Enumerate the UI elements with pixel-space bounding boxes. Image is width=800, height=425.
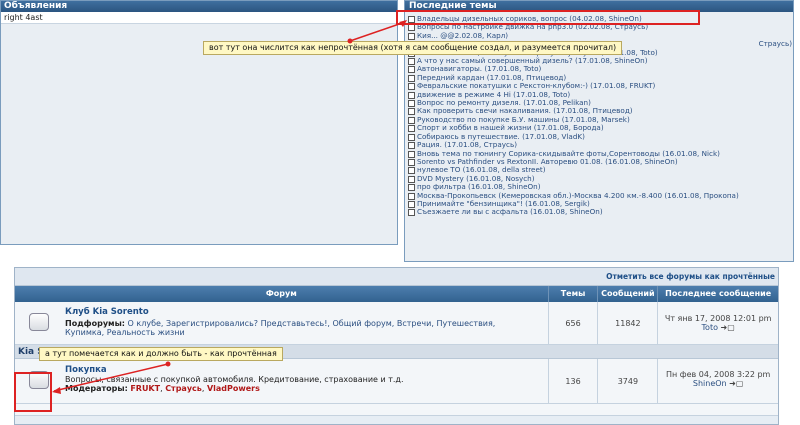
goto-last-post-icon[interactable]: ➜▢: [721, 323, 735, 332]
topic-link[interactable]: Съезжаете ли вы с асфальта (16.01.08, Sh…: [417, 207, 792, 216]
topic-doc-icon: [408, 184, 415, 192]
club-last-post: Чт янв 17, 2008 12:01 pm Toto ➜▢: [657, 302, 778, 344]
topic-doc-icon: [408, 91, 415, 99]
club-last-date: Чт янв 17, 2008 12:01 pm: [664, 314, 772, 323]
topic-doc-icon: [408, 158, 415, 166]
topic-doc-icon: [408, 142, 415, 150]
topic-doc-icon: [408, 150, 415, 158]
topic-doc-icon: [408, 200, 415, 208]
buy-last-user[interactable]: ShineOn: [693, 379, 727, 388]
topic-doc-icon: [408, 100, 415, 108]
buy-last-date: Пн фев 04, 2008 3:22 pm: [665, 370, 771, 379]
goto-last-post-icon[interactable]: ➜▢: [729, 379, 743, 388]
topic-doc-icon: [408, 133, 415, 141]
buy-topics-count: 136: [547, 359, 598, 403]
column-last-post: Последнее сообщение: [657, 286, 778, 302]
announcements-title: Объявления: [1, 1, 397, 12]
club-posts-count: 11842: [597, 302, 657, 344]
topic-doc-icon: [408, 74, 415, 82]
callout-bottom-arrow: [52, 361, 171, 394]
topic-row: Кия... @@2.02.08, Карл): [408, 31, 792, 40]
mark-all-row: Отметить все форумы как прочтённые: [15, 268, 778, 286]
buy-posts-count: 3749: [597, 359, 657, 403]
forum-row-club: Клуб Kia Sorento Подфорумы: О клубе, Зар…: [15, 302, 778, 345]
latest-topics-panel: Последние темы Владельцы дизельных сорик…: [404, 0, 794, 262]
column-forum: Форум: [265, 289, 297, 298]
topic-doc-icon: [408, 108, 415, 116]
mark-all-read-link[interactable]: Отметить все форумы как прочтённые: [606, 272, 775, 281]
club-topics-count: 656: [547, 302, 598, 344]
moderator-link[interactable]: VladPowers: [207, 384, 260, 393]
buy-last-post: Пн фев 04, 2008 3:22 pm ShineOn ➜▢: [657, 359, 778, 403]
read-icon-highlight: [14, 372, 52, 412]
column-topics: Темы: [547, 286, 598, 302]
forum-table-header: Форум Темы Сообщений Последнее сообщение: [15, 286, 778, 302]
topic-doc-icon: [408, 209, 415, 217]
club-last-user[interactable]: Toto: [702, 323, 718, 332]
topic-doc-icon: [408, 167, 415, 175]
subforums-links[interactable]: О клубе, Зарегистрировались? Представьте…: [128, 319, 496, 328]
announcements-panel: Объявления right 4ast: [0, 0, 398, 245]
forum-row-next: [15, 404, 778, 416]
first-topic-highlight: [396, 10, 700, 25]
forum-title-club[interactable]: Клуб Kia Sorento: [65, 307, 543, 317]
column-posts: Сообщений: [597, 286, 657, 302]
forum-read-icon: [29, 313, 49, 331]
topic-row: Съезжаете ли вы с асфальта (16.01.08, Sh…: [408, 207, 792, 217]
topic-doc-icon: [408, 125, 415, 133]
subforums-links-2[interactable]: Купимка, Реальность жизни: [65, 328, 185, 337]
callout-top-arrow: [347, 20, 407, 44]
topic-doc-icon: [408, 175, 415, 183]
topic-link[interactable]: Кия... @@2.02.08, Карл): [417, 31, 792, 40]
topic-doc-icon: [408, 116, 415, 124]
subforums-label: Подфорумы:: [65, 319, 125, 328]
announcements-text: right 4ast: [1, 12, 397, 24]
topic-doc-icon: [408, 192, 415, 200]
forum-table: Отметить все форумы как прочтённые Форум…: [14, 267, 779, 425]
topic-doc-icon: [408, 66, 415, 74]
topic-doc-icon: [408, 58, 415, 66]
topic-doc-icon: [408, 83, 415, 91]
